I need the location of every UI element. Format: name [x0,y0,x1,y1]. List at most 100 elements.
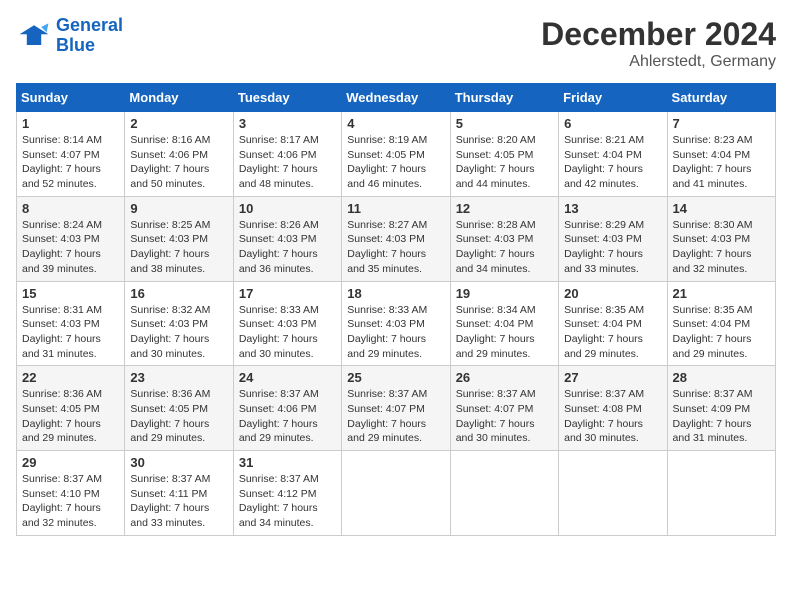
day-number: 31 [239,455,336,470]
calendar-cell: 22 Sunrise: 8:36 AM Sunset: 4:05 PM Dayl… [17,366,125,451]
day-detail: Sunrise: 8:37 AM Sunset: 4:09 PM Dayligh… [673,387,770,446]
calendar-cell: 29 Sunrise: 8:37 AM Sunset: 4:10 PM Dayl… [17,451,125,536]
calendar-cell: 4 Sunrise: 8:19 AM Sunset: 4:05 PM Dayli… [342,112,450,197]
day-number: 15 [22,286,119,301]
day-number: 24 [239,370,336,385]
day-detail: Sunrise: 8:37 AM Sunset: 4:07 PM Dayligh… [456,387,553,446]
calendar-cell: 17 Sunrise: 8:33 AM Sunset: 4:03 PM Dayl… [233,281,341,366]
day-detail: Sunrise: 8:37 AM Sunset: 4:06 PM Dayligh… [239,387,336,446]
day-detail: Sunrise: 8:36 AM Sunset: 4:05 PM Dayligh… [22,387,119,446]
calendar-cell: 24 Sunrise: 8:37 AM Sunset: 4:06 PM Dayl… [233,366,341,451]
day-number: 4 [347,116,444,131]
day-detail: Sunrise: 8:17 AM Sunset: 4:06 PM Dayligh… [239,133,336,192]
calendar-cell: 27 Sunrise: 8:37 AM Sunset: 4:08 PM Dayl… [559,366,667,451]
day-detail: Sunrise: 8:33 AM Sunset: 4:03 PM Dayligh… [347,303,444,362]
day-detail: Sunrise: 8:23 AM Sunset: 4:04 PM Dayligh… [673,133,770,192]
calendar-cell: 28 Sunrise: 8:37 AM Sunset: 4:09 PM Dayl… [667,366,775,451]
day-number: 2 [130,116,227,131]
day-detail: Sunrise: 8:21 AM Sunset: 4:04 PM Dayligh… [564,133,661,192]
calendar-cell: 19 Sunrise: 8:34 AM Sunset: 4:04 PM Dayl… [450,281,558,366]
calendar-cell: 10 Sunrise: 8:26 AM Sunset: 4:03 PM Dayl… [233,196,341,281]
calendar-table: SundayMondayTuesdayWednesdayThursdayFrid… [16,83,776,536]
day-detail: Sunrise: 8:27 AM Sunset: 4:03 PM Dayligh… [347,218,444,277]
weekday-thursday: Thursday [450,84,558,112]
day-number: 18 [347,286,444,301]
day-detail: Sunrise: 8:37 AM Sunset: 4:12 PM Dayligh… [239,472,336,531]
day-detail: Sunrise: 8:29 AM Sunset: 4:03 PM Dayligh… [564,218,661,277]
calendar-cell: 31 Sunrise: 8:37 AM Sunset: 4:12 PM Dayl… [233,451,341,536]
day-detail: Sunrise: 8:26 AM Sunset: 4:03 PM Dayligh… [239,218,336,277]
calendar-cell: 25 Sunrise: 8:37 AM Sunset: 4:07 PM Dayl… [342,366,450,451]
day-number: 19 [456,286,553,301]
day-number: 12 [456,201,553,216]
calendar-week-3: 15 Sunrise: 8:31 AM Sunset: 4:03 PM Dayl… [17,281,776,366]
day-number: 5 [456,116,553,131]
calendar-cell: 13 Sunrise: 8:29 AM Sunset: 4:03 PM Dayl… [559,196,667,281]
page-header: General Blue December 2024 Ahlerstedt, G… [16,16,776,71]
day-number: 7 [673,116,770,131]
day-detail: Sunrise: 8:20 AM Sunset: 4:05 PM Dayligh… [456,133,553,192]
calendar-cell: 8 Sunrise: 8:24 AM Sunset: 4:03 PM Dayli… [17,196,125,281]
day-detail: Sunrise: 8:37 AM Sunset: 4:08 PM Dayligh… [564,387,661,446]
weekday-saturday: Saturday [667,84,775,112]
day-detail: Sunrise: 8:31 AM Sunset: 4:03 PM Dayligh… [22,303,119,362]
calendar-cell: 12 Sunrise: 8:28 AM Sunset: 4:03 PM Dayl… [450,196,558,281]
calendar-cell: 3 Sunrise: 8:17 AM Sunset: 4:06 PM Dayli… [233,112,341,197]
weekday-monday: Monday [125,84,233,112]
day-detail: Sunrise: 8:24 AM Sunset: 4:03 PM Dayligh… [22,218,119,277]
calendar-cell: 21 Sunrise: 8:35 AM Sunset: 4:04 PM Dayl… [667,281,775,366]
logo: General Blue [16,16,123,56]
day-number: 8 [22,201,119,216]
day-detail: Sunrise: 8:34 AM Sunset: 4:04 PM Dayligh… [456,303,553,362]
day-detail: Sunrise: 8:30 AM Sunset: 4:03 PM Dayligh… [673,218,770,277]
day-detail: Sunrise: 8:37 AM Sunset: 4:10 PM Dayligh… [22,472,119,531]
day-number: 23 [130,370,227,385]
day-detail: Sunrise: 8:32 AM Sunset: 4:03 PM Dayligh… [130,303,227,362]
calendar-week-5: 29 Sunrise: 8:37 AM Sunset: 4:10 PM Dayl… [17,451,776,536]
calendar-cell: 20 Sunrise: 8:35 AM Sunset: 4:04 PM Dayl… [559,281,667,366]
day-number: 6 [564,116,661,131]
calendar-cell: 9 Sunrise: 8:25 AM Sunset: 4:03 PM Dayli… [125,196,233,281]
day-number: 9 [130,201,227,216]
calendar-week-4: 22 Sunrise: 8:36 AM Sunset: 4:05 PM Dayl… [17,366,776,451]
day-detail: Sunrise: 8:37 AM Sunset: 4:11 PM Dayligh… [130,472,227,531]
weekday-header-row: SundayMondayTuesdayWednesdayThursdayFrid… [17,84,776,112]
day-number: 16 [130,286,227,301]
day-number: 11 [347,201,444,216]
day-detail: Sunrise: 8:28 AM Sunset: 4:03 PM Dayligh… [456,218,553,277]
day-detail: Sunrise: 8:14 AM Sunset: 4:07 PM Dayligh… [22,133,119,192]
calendar-body: 1 Sunrise: 8:14 AM Sunset: 4:07 PM Dayli… [17,112,776,536]
day-detail: Sunrise: 8:33 AM Sunset: 4:03 PM Dayligh… [239,303,336,362]
calendar-cell: 18 Sunrise: 8:33 AM Sunset: 4:03 PM Dayl… [342,281,450,366]
calendar-cell: 6 Sunrise: 8:21 AM Sunset: 4:04 PM Dayli… [559,112,667,197]
day-number: 29 [22,455,119,470]
calendar-cell: 11 Sunrise: 8:27 AM Sunset: 4:03 PM Dayl… [342,196,450,281]
day-number: 25 [347,370,444,385]
title-block: December 2024 Ahlerstedt, Germany [541,16,776,71]
weekday-friday: Friday [559,84,667,112]
day-detail: Sunrise: 8:35 AM Sunset: 4:04 PM Dayligh… [564,303,661,362]
day-detail: Sunrise: 8:36 AM Sunset: 4:05 PM Dayligh… [130,387,227,446]
day-number: 26 [456,370,553,385]
calendar-cell: 30 Sunrise: 8:37 AM Sunset: 4:11 PM Dayl… [125,451,233,536]
calendar-cell: 1 Sunrise: 8:14 AM Sunset: 4:07 PM Dayli… [17,112,125,197]
day-detail: Sunrise: 8:25 AM Sunset: 4:03 PM Dayligh… [130,218,227,277]
calendar-week-2: 8 Sunrise: 8:24 AM Sunset: 4:03 PM Dayli… [17,196,776,281]
calendar-cell [559,451,667,536]
weekday-sunday: Sunday [17,84,125,112]
day-number: 21 [673,286,770,301]
day-detail: Sunrise: 8:16 AM Sunset: 4:06 PM Dayligh… [130,133,227,192]
day-number: 28 [673,370,770,385]
calendar-cell: 14 Sunrise: 8:30 AM Sunset: 4:03 PM Dayl… [667,196,775,281]
calendar-cell: 2 Sunrise: 8:16 AM Sunset: 4:06 PM Dayli… [125,112,233,197]
calendar-cell [342,451,450,536]
logo-icon [16,18,52,54]
day-number: 14 [673,201,770,216]
day-number: 30 [130,455,227,470]
day-number: 27 [564,370,661,385]
calendar-cell: 7 Sunrise: 8:23 AM Sunset: 4:04 PM Dayli… [667,112,775,197]
calendar-subtitle: Ahlerstedt, Germany [541,53,776,71]
day-number: 13 [564,201,661,216]
calendar-cell: 5 Sunrise: 8:20 AM Sunset: 4:05 PM Dayli… [450,112,558,197]
day-number: 3 [239,116,336,131]
